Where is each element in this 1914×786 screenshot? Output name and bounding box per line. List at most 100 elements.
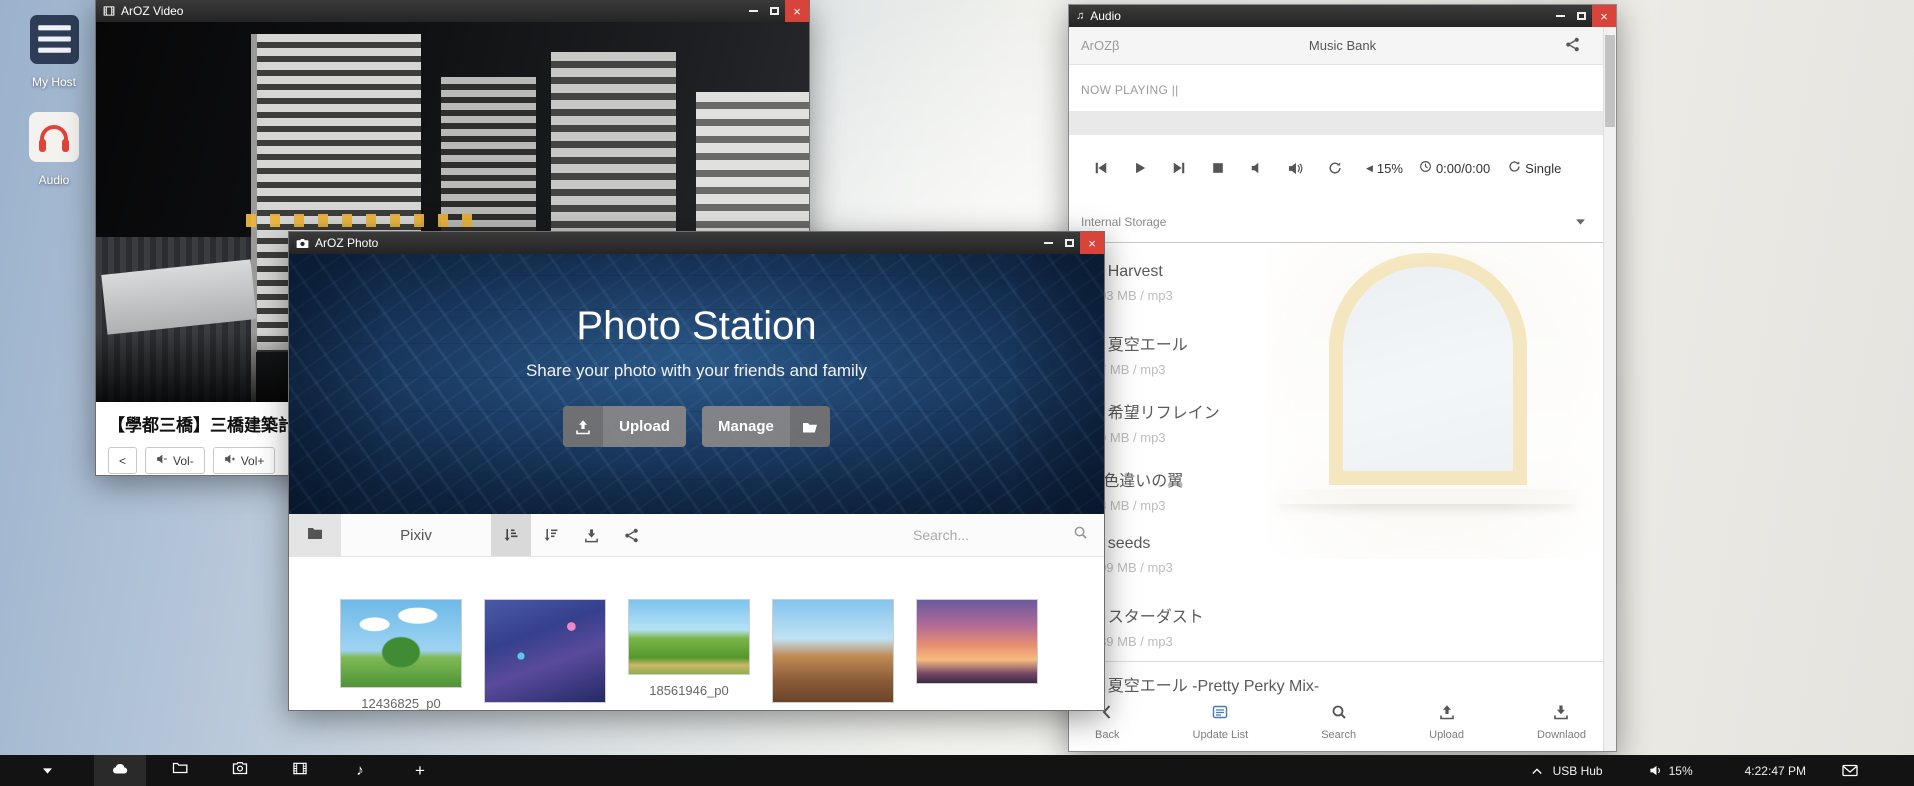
share-icon	[1565, 37, 1580, 55]
loop-icon	[1508, 160, 1521, 176]
photo-thumbnail[interactable]: 18561946_p0	[628, 599, 750, 710]
download-button[interactable]: Downlaod	[1537, 704, 1586, 751]
video-back-button[interactable]: <	[108, 447, 137, 474]
desktop-icon-my-host[interactable]: My Host	[16, 15, 92, 89]
cloud-icon	[111, 761, 129, 780]
volume-button[interactable]	[1288, 161, 1303, 176]
minimize-button[interactable]	[743, 0, 764, 22]
photo-image[interactable]	[484, 599, 606, 703]
volume-left-icon: ◀	[1366, 163, 1373, 174]
maximize-button[interactable]	[1059, 232, 1080, 254]
scrollbar-thumb[interactable]	[1605, 35, 1615, 127]
taskbar-menu-caret[interactable]	[0, 762, 94, 780]
skip-next-button[interactable]	[1171, 161, 1186, 175]
mail-icon[interactable]	[1842, 764, 1858, 777]
skip-previous-button[interactable]	[1093, 161, 1108, 175]
taskbar: ♪ + USB Hub 15% 4:22:47 PM	[0, 755, 1914, 786]
photo-thumbnail[interactable]	[484, 599, 606, 710]
desktop: My Host Audio ArOZ Video ×	[0, 0, 1914, 786]
sign-lights-graphic	[246, 214, 476, 227]
photo-search-input[interactable]	[913, 527, 1063, 543]
download-icon	[1553, 704, 1569, 725]
seek-bar[interactable]	[1069, 111, 1616, 135]
photo-thumbnail[interactable]	[772, 599, 894, 710]
volume-down-button[interactable]: Vol-	[145, 447, 205, 474]
track-item[interactable]: 01. 夏空エール 9.37 MB / mp3	[1069, 321, 1616, 389]
film-icon	[292, 761, 308, 781]
sort-descending-button[interactable]	[531, 514, 571, 556]
track-item[interactable]: 01.色違いの翼 9.63 MB / mp3	[1069, 457, 1616, 525]
plus-icon: +	[415, 762, 425, 779]
photo-image[interactable]	[916, 599, 1038, 684]
share-button[interactable]	[1446, 37, 1616, 55]
stop-button[interactable]	[1210, 161, 1225, 175]
chevron-up-icon[interactable]	[1531, 766, 1543, 776]
photo-thumbnail[interactable]	[916, 599, 1038, 710]
folder-icon	[172, 761, 188, 780]
add-app-button[interactable]: +	[394, 755, 446, 786]
track-item[interactable]: 02. スターダスト 12.39 MB / mp3	[1069, 593, 1616, 661]
window-title: ArOZ Photo	[315, 236, 378, 250]
search-icon[interactable]	[1073, 525, 1088, 545]
taskbar-app-photo[interactable]	[214, 755, 266, 786]
photo-window: ArOZ Photo × Photo Station Share your ph…	[288, 231, 1105, 711]
taskbar-app-music[interactable]: ♪	[334, 755, 386, 786]
volume-up-button[interactable]: Vol+	[213, 447, 276, 474]
photo-image[interactable]	[340, 599, 462, 688]
album-folder-button[interactable]	[289, 514, 341, 556]
speaker-minus-icon	[156, 453, 168, 468]
upload-icon	[563, 406, 603, 447]
host-icon	[30, 15, 79, 69]
sort-ascending-button[interactable]	[491, 514, 531, 556]
minimize-button[interactable]	[1550, 5, 1571, 27]
brand-label[interactable]: ArOZβ	[1069, 38, 1239, 53]
minimize-button[interactable]	[1038, 232, 1059, 254]
storage-dropdown[interactable]: Internal Storage	[1069, 201, 1616, 243]
clock-label[interactable]: 4:22:47 PM	[1745, 764, 1806, 778]
music-note-icon: ♪	[356, 763, 364, 778]
taskbar-app-files[interactable]	[154, 755, 206, 786]
track-list: 01. Harvest 10.93 MB / mp3 01. 夏空エール 9.3…	[1069, 243, 1616, 698]
scrollbar[interactable]	[1603, 27, 1616, 751]
track-item[interactable]: 02. 夏空エール -Pretty Perky Mix-	[1069, 661, 1616, 698]
desktop-icon-audio[interactable]: Audio	[16, 112, 92, 187]
close-button[interactable]: ×	[785, 0, 809, 22]
share-album-button[interactable]	[611, 514, 651, 556]
photo-image[interactable]	[628, 599, 750, 675]
track-item[interactable]: 02. seeds 12.99 MB / mp3	[1069, 525, 1616, 593]
track-item[interactable]: 01. 希望リフレイン 9.09 MB / mp3	[1069, 389, 1616, 457]
camera-icon	[232, 761, 248, 780]
play-mode-toggle[interactable]: Single	[1508, 160, 1561, 176]
photo-window-titlebar[interactable]: ArOZ Photo ×	[289, 232, 1104, 254]
update-list-button[interactable]: Update List	[1193, 704, 1249, 751]
maximize-button[interactable]	[764, 0, 785, 22]
system-volume-label[interactable]: 15%	[1669, 764, 1693, 778]
taskbar-app-cloud[interactable]	[94, 755, 146, 786]
album-name[interactable]: Pixiv	[341, 514, 491, 556]
photo-image[interactable]	[772, 599, 894, 703]
maximize-button[interactable]	[1571, 5, 1592, 27]
photo-thumbnail[interactable]: 12436825_p0	[340, 599, 462, 710]
manage-photo-button[interactable]: Manage	[702, 406, 830, 447]
audio-window-titlebar[interactable]: ♫ Audio ×	[1069, 5, 1616, 27]
video-window-titlebar[interactable]: ArOZ Video ×	[96, 0, 809, 22]
track-item[interactable]: 01. Harvest 10.93 MB / mp3	[1069, 253, 1616, 321]
section-title[interactable]: Music Bank	[1239, 38, 1446, 53]
back-button[interactable]: Back	[1095, 704, 1119, 751]
mute-button[interactable]	[1249, 161, 1264, 175]
desktop-icon-label: Audio	[39, 173, 70, 187]
playback-time: 0:00/0:00	[1419, 160, 1490, 176]
search-button[interactable]: Search	[1321, 704, 1356, 751]
download-album-button[interactable]	[571, 514, 611, 556]
speaker-icon[interactable]	[1649, 764, 1663, 777]
usb-hub-label[interactable]: USB Hub	[1553, 764, 1603, 778]
close-button[interactable]: ×	[1080, 232, 1104, 254]
caret-down-icon	[42, 762, 53, 780]
upload-button[interactable]: Upload	[1429, 704, 1464, 751]
window-title: ArOZ Video	[121, 4, 183, 18]
refresh-button[interactable]	[1327, 161, 1342, 175]
close-button[interactable]: ×	[1592, 5, 1616, 27]
play-button[interactable]	[1132, 161, 1147, 175]
upload-photo-button[interactable]: Upload	[563, 406, 686, 447]
taskbar-app-video[interactable]	[274, 755, 326, 786]
